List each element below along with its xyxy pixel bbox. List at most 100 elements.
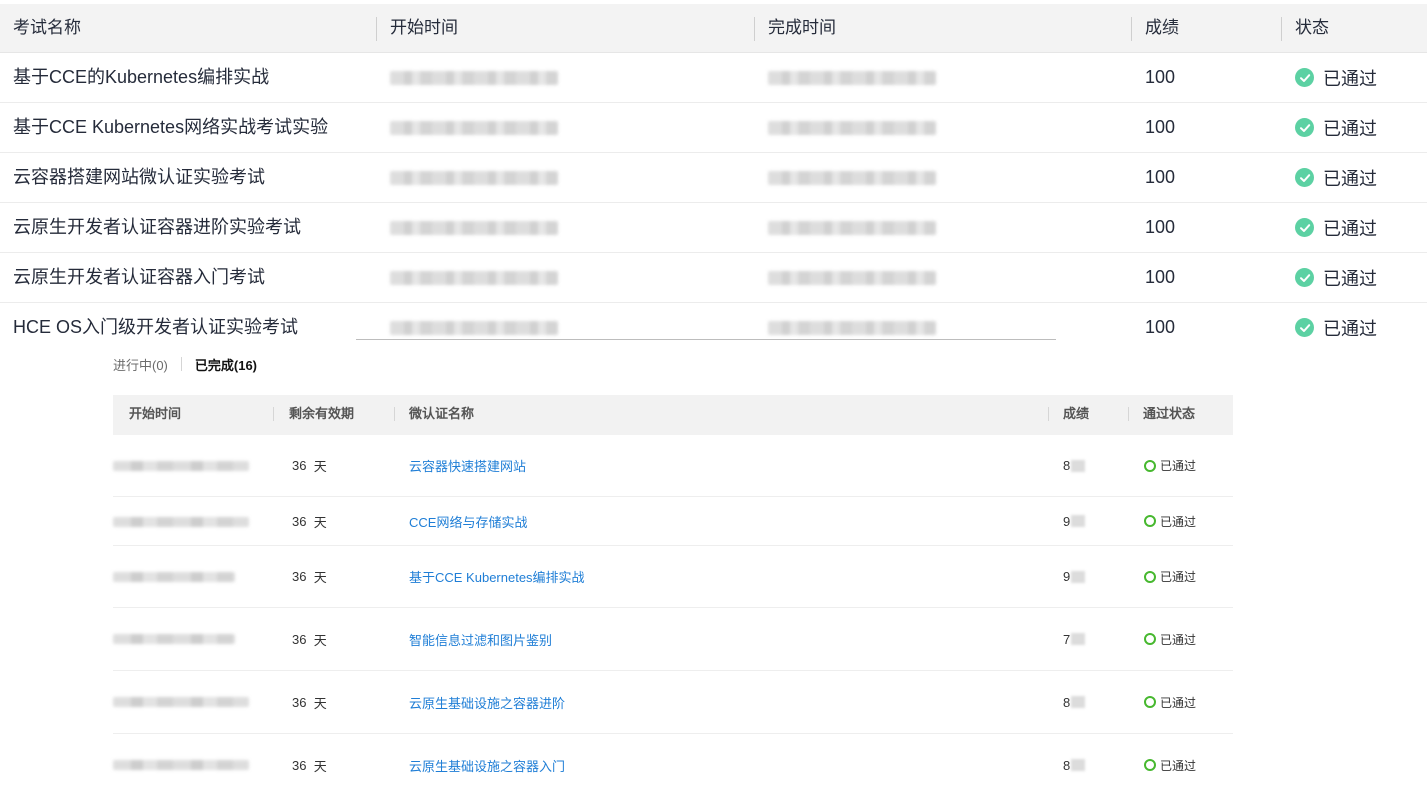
start-time-redacted [390, 271, 558, 285]
remaining-unit: 天 [313, 632, 327, 648]
cert-score-value: 9 [1063, 569, 1071, 584]
status-dot-icon [1144, 570, 1156, 583]
status-dot-icon [1144, 459, 1156, 472]
status-dot-icon [1144, 759, 1156, 771]
cert-status-label: 已通过 [1160, 459, 1197, 473]
cert-table-header: 开始时间 剩余有效期 微认证名称 成绩 通过状态 [113, 395, 1233, 435]
header-cert-name: 微认证名称 [409, 406, 475, 421]
cert-status: 已通过 [1144, 734, 1196, 796]
exam-status-label: 已通过 [1323, 218, 1377, 239]
exam-status-label: 已通过 [1323, 118, 1377, 139]
remaining-days: 36 [292, 569, 307, 584]
exam-status: 已通过 [1295, 53, 1377, 102]
header-separator [1128, 407, 1129, 421]
exam-name: 云容器搭建网站微认证实验考试 [13, 167, 265, 187]
exam-score: 100 [1145, 167, 1176, 187]
cert-start-redacted [113, 572, 235, 582]
exam-row: 云原生开发者认证容器进阶实验考试 100 已通过 [0, 203, 1427, 253]
cert-name-link[interactable]: CCE网络与存储实战 [409, 497, 527, 545]
remaining-days: 36 [292, 513, 307, 529]
cert-status-label: 已通过 [1160, 758, 1197, 773]
exam-status: 已通过 [1295, 303, 1377, 352]
exam-status: 已通过 [1295, 253, 1377, 302]
header-pass-status: 通过状态 [1143, 406, 1196, 421]
status-dot-icon [1144, 696, 1156, 708]
header-status: 状态 [1295, 18, 1329, 37]
cert-status: 已通过 [1144, 671, 1196, 733]
tab-bar: 进行中(0) 已完成(16) [113, 352, 257, 376]
exam-name: 基于CCE的Kubernetes编排实战 [13, 67, 270, 87]
exam-status-label: 已通过 [1323, 318, 1377, 339]
header-finish-time: 完成时间 [768, 18, 836, 37]
score-redacted [1071, 570, 1086, 583]
header-separator [1048, 407, 1049, 421]
remaining-unit: 天 [313, 570, 327, 585]
header-cert-start: 开始时间 [129, 406, 182, 421]
exam-status: 已通过 [1295, 103, 1377, 152]
exam-row: 云容器搭建网站微认证实验考试 100 已通过 [0, 153, 1427, 203]
cert-score-value: 7 [1063, 631, 1071, 647]
finish-time-redacted [768, 71, 936, 85]
exam-score: 100 [1145, 117, 1176, 137]
exam-name: 云原生开发者认证容器入门考试 [13, 267, 265, 287]
check-circle-icon [1295, 318, 1314, 337]
cert-name-link[interactable]: 云原生基础设施之容器进阶 [409, 671, 565, 733]
cert-start-redacted [113, 760, 249, 770]
remaining-unit: 天 [313, 758, 327, 774]
cert-score-value: 8 [1063, 458, 1071, 473]
cert-score: 7 [1063, 608, 1086, 670]
cert-score: 8 [1063, 435, 1086, 496]
exam-name: 基于CCE Kubernetes网络实战考试实验 [13, 117, 329, 137]
cert-table: 开始时间 剩余有效期 微认证名称 成绩 通过状态 36 天 云容器快速搭建网站 … [113, 395, 1233, 796]
cert-score: 8 [1063, 734, 1086, 796]
finish-time-redacted [768, 271, 936, 285]
start-time-redacted [390, 321, 558, 335]
cert-remaining: 36 天 [292, 734, 327, 796]
score-redacted [1071, 633, 1086, 645]
check-circle-icon [1295, 218, 1314, 237]
exam-score: 100 [1145, 217, 1176, 237]
exam-row: 基于CCE的Kubernetes编排实战 100 已通过 [0, 53, 1427, 103]
score-redacted [1071, 759, 1086, 771]
remaining-days: 36 [292, 631, 307, 647]
header-separator [376, 17, 377, 41]
exam-score: 100 [1145, 317, 1176, 337]
exam-table-header: 考试名称 开始时间 完成时间 成绩 状态 [0, 4, 1427, 53]
header-cert-score: 成绩 [1063, 406, 1090, 421]
cert-status: 已通过 [1144, 608, 1196, 670]
cert-score: 8 [1063, 671, 1086, 733]
header-separator [1131, 17, 1132, 41]
check-circle-icon [1295, 68, 1314, 87]
cert-row: 36 天 云原生基础设施之容器入门 8 已通过 [113, 734, 1233, 796]
tab-completed[interactable]: 已完成(16) [195, 355, 257, 374]
cert-start-redacted [113, 697, 249, 707]
status-dot-icon [1144, 515, 1156, 527]
cert-status: 已通过 [1144, 546, 1196, 607]
cert-name-link[interactable]: 云容器快速搭建网站 [409, 435, 526, 496]
cert-remaining: 36 天 [292, 435, 327, 496]
score-redacted [1071, 696, 1086, 708]
header-separator [394, 407, 395, 421]
finish-time-redacted [768, 321, 936, 335]
exam-row: HCE OS入门级开发者认证实验考试 100 已通过 [0, 303, 1427, 352]
header-start-time: 开始时间 [390, 18, 458, 37]
finish-time-redacted [768, 171, 936, 185]
exam-status-label: 已通过 [1323, 268, 1377, 289]
cert-name-link[interactable]: 云原生基础设施之容器入门 [409, 734, 565, 796]
divider [356, 339, 1056, 340]
cert-status-label: 已通过 [1160, 632, 1197, 647]
tab-in-progress[interactable]: 进行中(0) [113, 355, 168, 374]
finish-time-redacted [768, 121, 936, 135]
cert-name-link[interactable]: 智能信息过滤和图片鉴别 [409, 608, 552, 670]
remaining-unit: 天 [313, 695, 327, 711]
cert-status-label: 已通过 [1160, 570, 1197, 584]
header-exam-name: 考试名称 [13, 18, 81, 37]
cert-row: 36 天 云原生基础设施之容器进阶 8 已通过 [113, 671, 1233, 734]
score-redacted [1071, 459, 1086, 472]
exam-status-label: 已通过 [1323, 68, 1377, 89]
finish-time-redacted [768, 221, 936, 235]
exam-status: 已通过 [1295, 203, 1377, 252]
exam-row: 基于CCE Kubernetes网络实战考试实验 100 已通过 [0, 103, 1427, 153]
exam-status: 已通过 [1295, 153, 1377, 202]
cert-name-link[interactable]: 基于CCE Kubernetes编排实战 [409, 546, 585, 607]
